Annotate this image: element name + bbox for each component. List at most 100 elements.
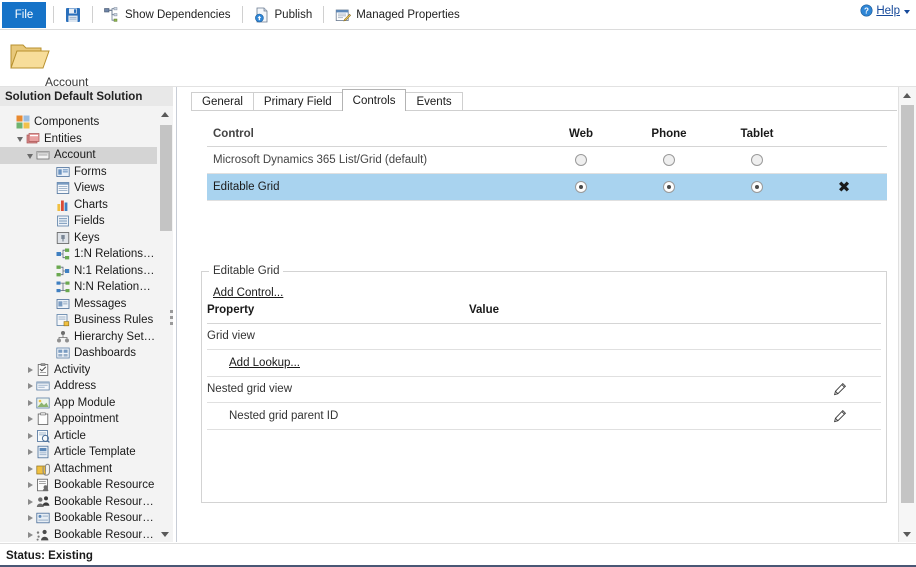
article-icon xyxy=(37,429,50,443)
tree-item-hierarchy-settin[interactable]: Hierarchy Settin... xyxy=(0,329,158,346)
tree-item-address[interactable]: Address xyxy=(0,378,158,395)
tree-item-label: 1:N Relationships xyxy=(74,248,156,261)
tree-item-views[interactable]: Views xyxy=(0,180,158,197)
expand-arrow-icon[interactable] xyxy=(24,416,36,423)
add-lookup-link[interactable]: Add Lookup... xyxy=(229,357,300,369)
tree-item-bookable-resource[interactable]: Bookable Resource xyxy=(0,477,158,494)
file-tab[interactable]: File xyxy=(2,2,46,28)
expand-arrow-icon[interactable] xyxy=(24,399,36,406)
control-row[interactable]: Microsoft Dynamics 365 List/Grid (defaul… xyxy=(207,147,887,174)
column-header-phone: Phone xyxy=(651,128,687,140)
tree-item-article[interactable]: Article xyxy=(0,428,158,445)
caret-up-icon xyxy=(903,92,911,98)
phone-radio[interactable] xyxy=(663,180,675,193)
tree-item-keys[interactable]: Keys xyxy=(0,230,158,247)
show-dependencies-button[interactable]: Show Dependencies xyxy=(100,4,235,26)
tree-item-dashboards[interactable]: Dashboards xyxy=(0,345,158,362)
components-icon xyxy=(16,115,30,129)
tree-item-appointment[interactable]: Appointment xyxy=(0,411,158,428)
tab-label: Primary Field xyxy=(263,96,332,108)
tablet-radio[interactable] xyxy=(751,153,763,166)
expand-arrow-icon[interactable] xyxy=(24,465,36,472)
tab-primary-field[interactable]: Primary Field xyxy=(252,92,343,111)
tree-item-label: Entities xyxy=(44,132,82,145)
chevron-down-icon[interactable] xyxy=(904,9,910,14)
expand-arrow-icon[interactable] xyxy=(24,515,36,522)
expand-arrow-icon[interactable] xyxy=(24,366,36,373)
tree-item-entities[interactable]: Entities xyxy=(0,131,158,148)
tree-item-1-n-relationships[interactable]: 1:N Relationships xyxy=(0,246,158,263)
tree-scrollbar-thumb[interactable] xyxy=(159,124,173,232)
tree-item-charts[interactable]: Charts xyxy=(0,197,158,214)
publish-icon xyxy=(254,7,267,22)
bookable-resource-char-icon xyxy=(36,529,49,541)
property-label: Nested grid parent ID xyxy=(229,409,339,422)
save-button[interactable] xyxy=(61,4,85,26)
tree-item-label: Business Rules xyxy=(74,314,154,327)
phone-radio-cell xyxy=(625,153,713,166)
tree-item-app-module[interactable]: App Module xyxy=(0,395,158,412)
tree-item-label: N:1 Relationships xyxy=(74,264,156,277)
main-scroll-down-button[interactable] xyxy=(899,526,915,542)
tree-item-messages[interactable]: Messages xyxy=(0,296,158,313)
bookable-resource-group-icon xyxy=(36,496,50,507)
web-radio[interactable] xyxy=(575,153,587,166)
publish-button[interactable]: Publish xyxy=(250,4,317,26)
component-tree: Components Entities Account Forms Views Chart… xyxy=(0,114,158,542)
collapse-arrow-icon[interactable] xyxy=(24,152,36,159)
many-to-one-icon xyxy=(56,265,70,277)
properties-table-header: Property Value xyxy=(207,297,881,324)
tree-scroll-up-button[interactable] xyxy=(157,106,173,122)
pencil-icon[interactable] xyxy=(833,382,847,396)
tablet-radio-cell xyxy=(713,153,801,166)
expand-arrow-icon[interactable] xyxy=(24,531,36,538)
tree-item-label: Forms xyxy=(74,165,107,178)
tab-controls[interactable]: Controls xyxy=(341,89,407,112)
main-scrollbar[interactable] xyxy=(898,87,916,542)
property-row: Nested grid parent ID xyxy=(207,403,881,430)
tree-item-fields[interactable]: Fields xyxy=(0,213,158,230)
expand-arrow-icon[interactable] xyxy=(24,432,36,439)
expand-arrow-icon[interactable] xyxy=(24,383,36,390)
tab-general[interactable]: General xyxy=(191,92,254,111)
tree-item-bookable-resource[interactable]: Bookable Resource ... xyxy=(0,527,158,543)
solution-bar: Solution Default Solution xyxy=(0,87,173,106)
control-name: Microsoft Dynamics 365 List/Grid (defaul… xyxy=(213,154,428,166)
expand-arrow-icon[interactable] xyxy=(24,482,36,489)
tab-label: General xyxy=(202,96,243,108)
control-row[interactable]: Editable Grid ✖ xyxy=(207,174,887,201)
web-radio[interactable] xyxy=(575,180,587,193)
main-scrollbar-thumb[interactable] xyxy=(901,105,914,503)
address-icon xyxy=(36,381,50,391)
phone-radio-cell xyxy=(625,180,713,193)
remove-control-button[interactable]: ✖ xyxy=(838,178,851,196)
tree-item-label: Appointment xyxy=(54,413,119,426)
tree-item-components[interactable]: Components xyxy=(0,114,158,131)
expand-arrow-icon[interactable] xyxy=(24,449,36,456)
properties-panel-legend: Editable Grid xyxy=(209,265,284,277)
tablet-radio[interactable] xyxy=(751,180,763,193)
pencil-icon[interactable] xyxy=(833,409,847,423)
tree-item-n-n-relationshi[interactable]: N:N Relationshi... xyxy=(0,279,158,296)
panel-splitter[interactable] xyxy=(169,296,174,338)
phone-radio[interactable] xyxy=(663,153,675,166)
tree-item-forms[interactable]: Forms xyxy=(0,164,158,181)
help-button[interactable]: ? Help xyxy=(860,4,910,17)
collapse-arrow-icon[interactable] xyxy=(14,135,26,143)
tree-item-label: Messages xyxy=(74,297,127,310)
tree-scroll-down-button[interactable] xyxy=(157,526,173,542)
main-scroll-up-button[interactable] xyxy=(899,87,915,103)
tree-item-bookable-resource[interactable]: Bookable Resource ... xyxy=(0,494,158,511)
tree-item-bookable-resource[interactable]: Bookable Resource ... xyxy=(0,510,158,527)
many-to-many-icon xyxy=(56,281,70,293)
tree-item-account[interactable]: Account xyxy=(0,147,158,164)
managed-properties-button[interactable]: Managed Properties xyxy=(331,4,464,26)
tree-item-activity[interactable]: Activity xyxy=(0,362,158,379)
expand-arrow-icon[interactable] xyxy=(24,498,36,505)
caret-up-icon xyxy=(161,111,169,117)
tree-item-attachment[interactable]: Attachment xyxy=(0,461,158,478)
tree-item-article-template[interactable]: Article Template xyxy=(0,444,158,461)
tree-item-n-1-relationships[interactable]: N:1 Relationships xyxy=(0,263,158,280)
tree-item-business-rules[interactable]: Business Rules xyxy=(0,312,158,329)
tab-events[interactable]: Events xyxy=(405,92,463,111)
